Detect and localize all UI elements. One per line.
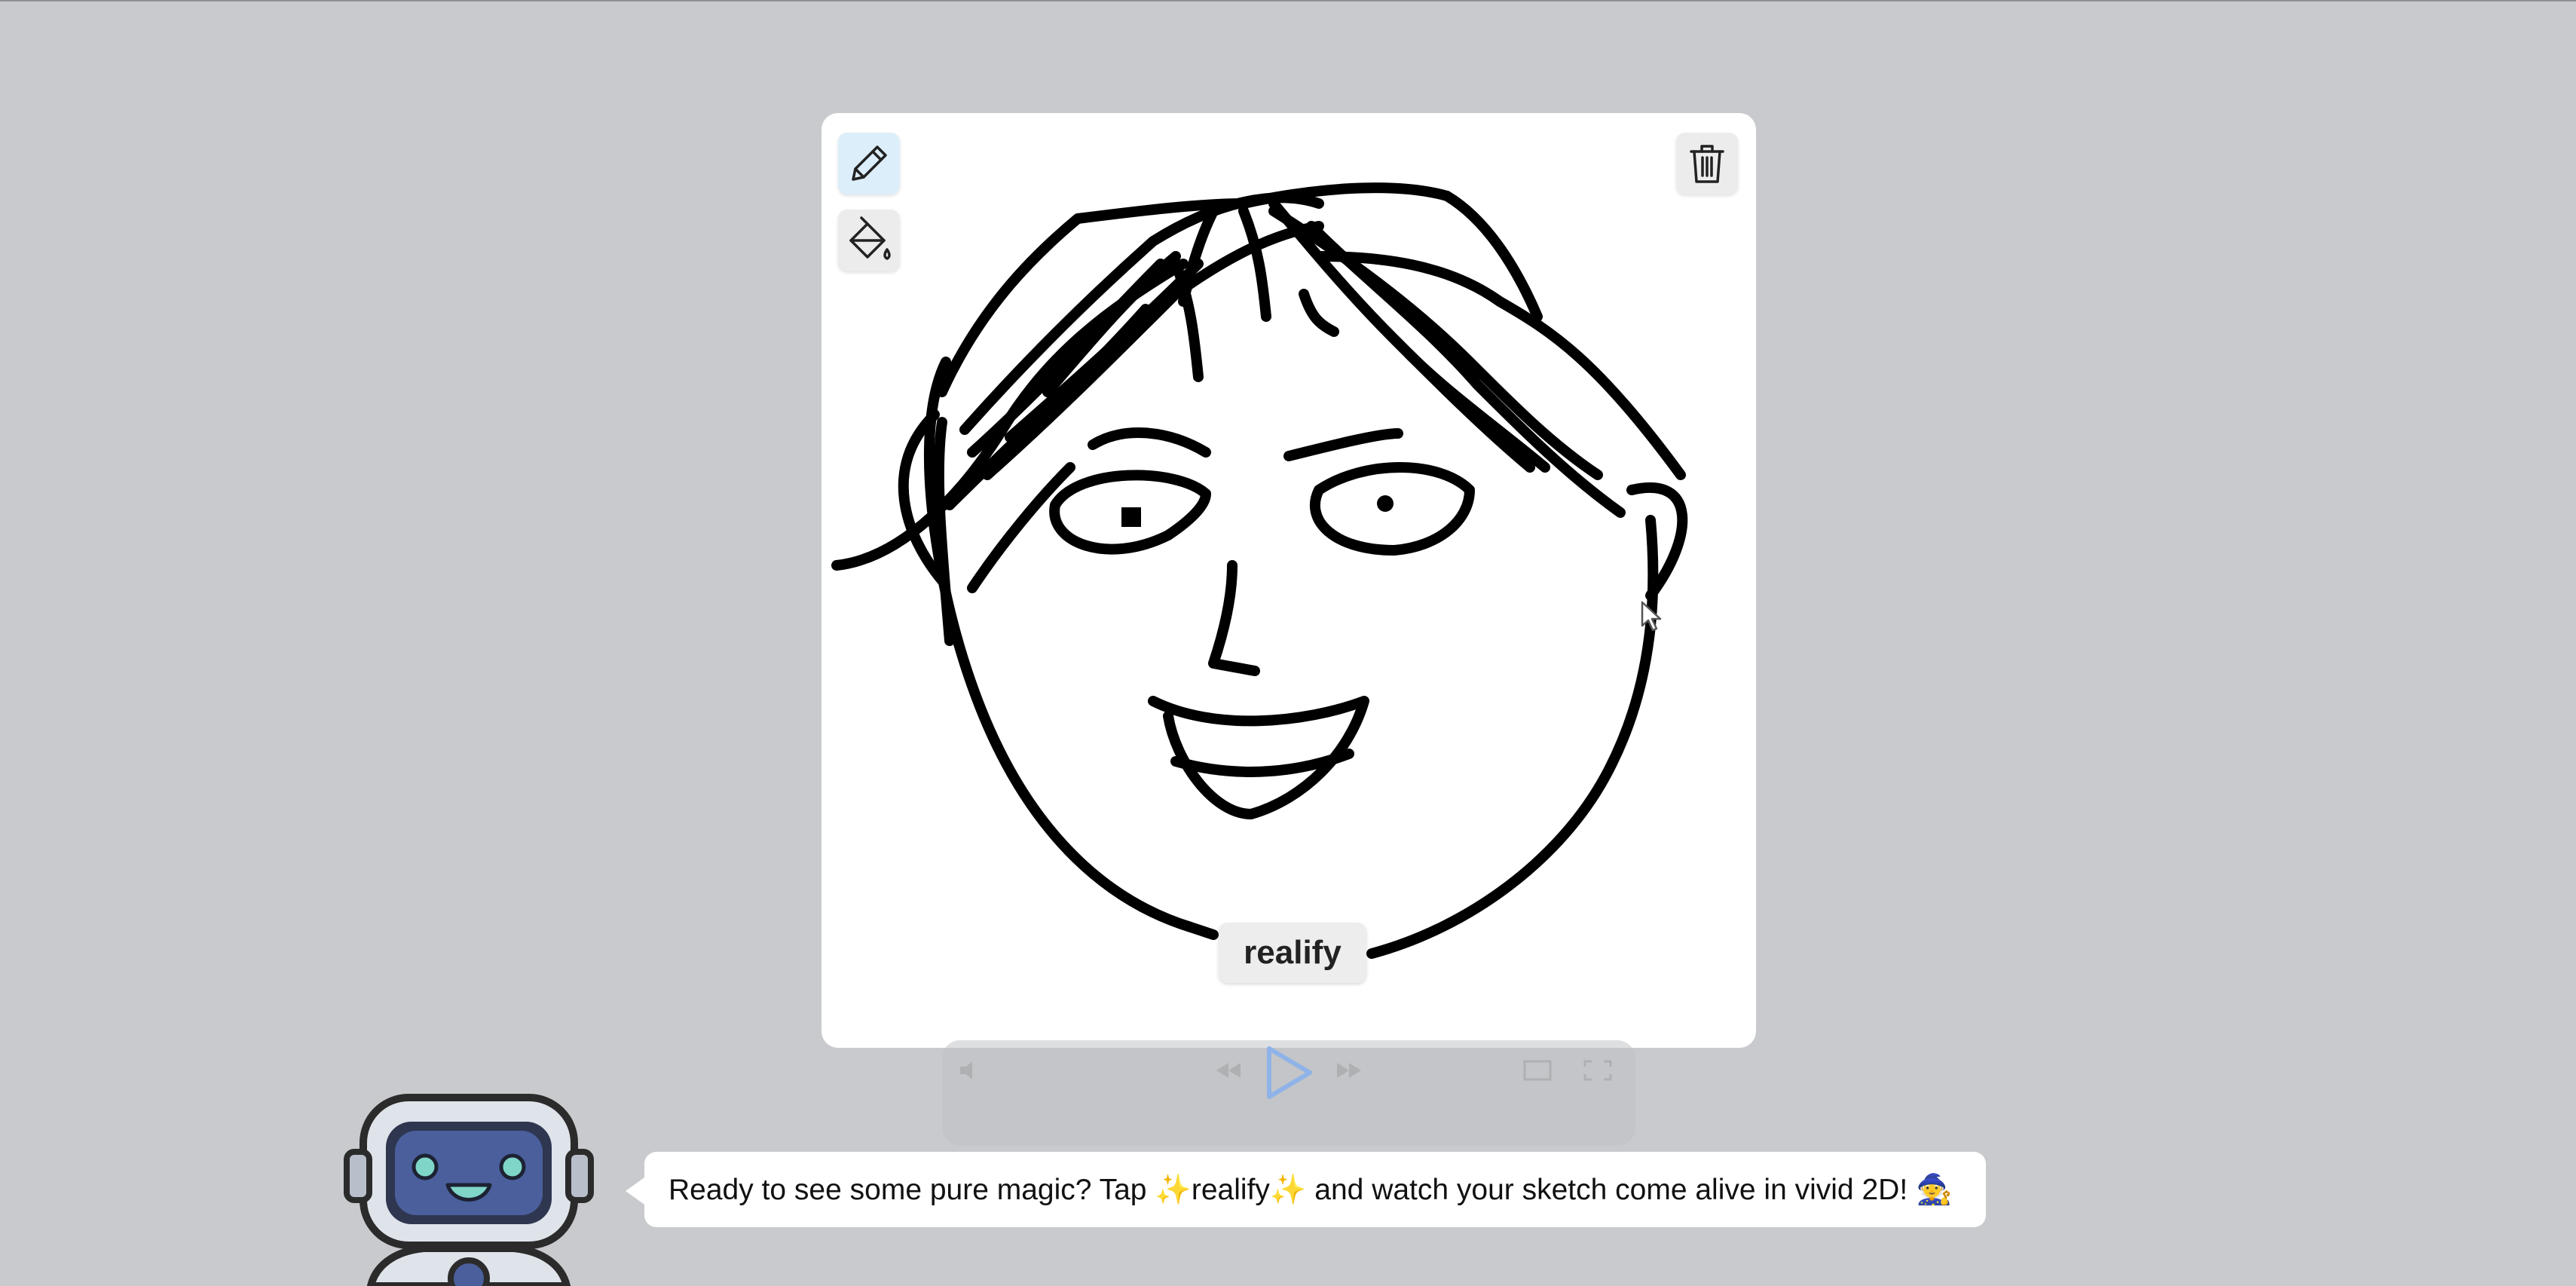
speech-bubble-tail (626, 1176, 647, 1206)
drawing-canvas[interactable]: realify (821, 113, 1756, 1048)
sketch-drawing[interactable] (821, 113, 1756, 1048)
play-icon[interactable] (1260, 1043, 1317, 1103)
realify-button[interactable]: realify (1219, 923, 1366, 983)
clear-canvas-button[interactable] (1676, 133, 1738, 194)
pencil-icon (852, 145, 887, 181)
pencil-tool-button[interactable] (838, 133, 900, 194)
fullscreen-icon (1583, 1060, 1612, 1081)
volume-icon (960, 1061, 972, 1079)
trash-icon (1690, 145, 1724, 183)
pip-icon (1523, 1060, 1552, 1081)
rewind-icon (1216, 1063, 1241, 1078)
assistant-message: Ready to see some pure magic? Tap ✨reali… (644, 1152, 1986, 1227)
fast-forward-icon (1337, 1063, 1361, 1078)
top-border (0, 0, 2576, 2)
paint-bucket-icon (849, 216, 891, 260)
fill-tool-button[interactable] (838, 210, 900, 271)
mouse-cursor-icon (1641, 601, 1662, 632)
robot-avatar (344, 1094, 594, 1286)
